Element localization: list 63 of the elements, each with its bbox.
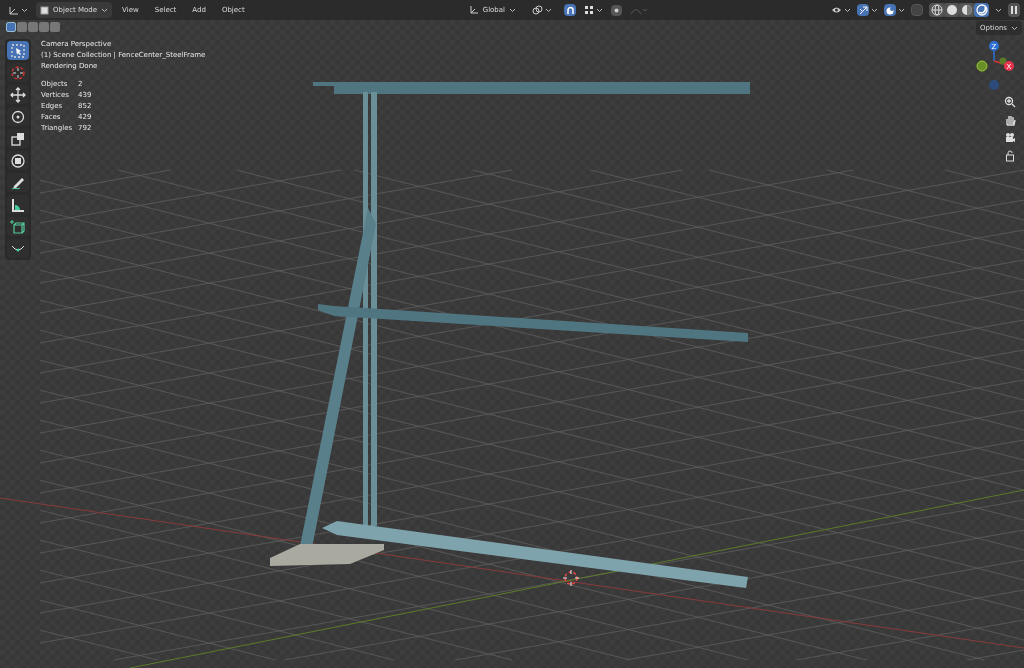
snap-toggle[interactable] [564,4,577,16]
rendered-sphere-icon [975,4,988,16]
camera-view-button[interactable] [1004,132,1016,144]
dot-icon [614,7,620,13]
overlays-toggle[interactable] [884,4,905,16]
xray-toggle[interactable] [911,4,923,16]
tool-button[interactable] [7,173,29,192]
snap-target-dropdown[interactable] [584,5,604,15]
cursor-icon [10,64,26,81]
chevron-icon [871,7,878,13]
solid-sphere-icon [945,4,958,16]
chevron-icon [898,7,905,13]
lock-button[interactable] [1004,150,1016,162]
tool-button[interactable] [7,41,29,60]
overlay-circles-icon [885,5,895,15]
chevron-icon [101,7,109,13]
orientation-icon [468,5,479,15]
tool-button[interactable] [7,151,29,170]
grid-dots-icon [584,5,595,15]
tool-button[interactable] [7,85,29,104]
transform-icon [10,152,26,169]
sidebar-toggle[interactable] [1008,3,1020,17]
chevron-icon [596,7,604,13]
pause-icon [1011,6,1017,14]
tool-button[interactable] [7,107,29,126]
chevron-icon [1011,25,1018,31]
3d-cursor-icon [562,569,580,587]
link-icon [532,4,544,16]
magnet-icon [565,5,575,15]
shading-mode-button[interactable] [959,3,974,17]
tool-button[interactable] [7,129,29,148]
tool-button[interactable] [7,217,29,236]
ruler-icon [10,196,26,213]
shading-mode-button[interactable] [974,3,989,17]
chevron-icon [844,7,851,13]
gizmo-toggle[interactable] [857,4,878,16]
chevron-icon [509,7,517,13]
chevron-icon [21,7,28,13]
proportional-edit-toggle[interactable] [611,4,623,16]
rotate-icon [10,108,26,125]
move-arrows-icon [10,86,26,103]
shading-mode-button[interactable] [929,3,944,17]
unlock-icon [1004,150,1016,162]
select-box-icon [10,42,26,59]
tool-button[interactable] [7,195,29,214]
selection-mode-button[interactable] [6,22,16,32]
tool-button[interactable] [7,239,29,258]
pan-button[interactable] [1004,114,1016,126]
gizmo-arrows-icon [858,5,868,15]
zoom-button[interactable] [1004,96,1016,108]
add-cube-icon [10,218,26,235]
axes-icon [8,4,19,16]
scale-icon [10,130,26,147]
chevron-icon [995,7,1002,13]
wireframe-sphere-icon [930,4,943,16]
shading-mode-button[interactable] [944,3,959,17]
curve-icon [11,245,25,252]
hand-icon [1004,114,1016,126]
camera-icon [1004,132,1016,144]
chevron-icon [545,7,553,13]
material-sphere-icon [960,4,973,16]
zoom-icon [1004,96,1016,108]
object-mode-icon [40,5,49,15]
